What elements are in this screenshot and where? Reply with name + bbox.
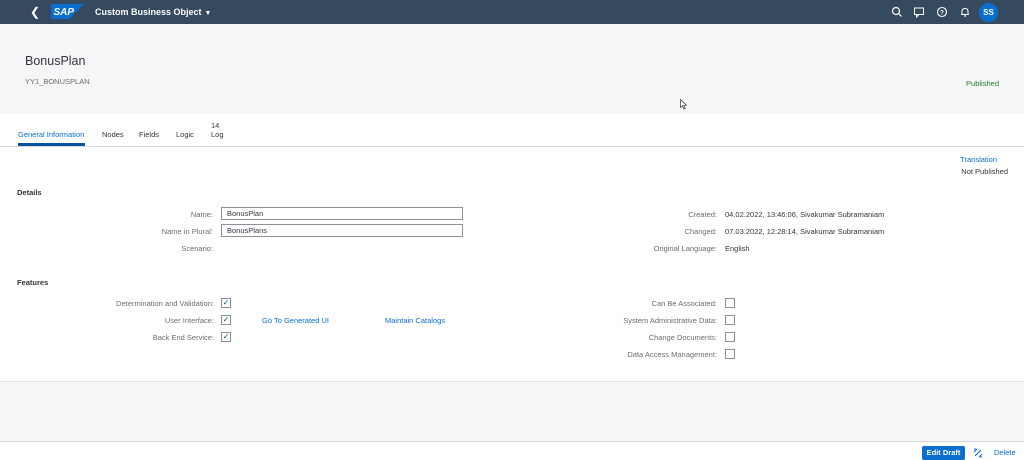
changed-value: 07.03.2022, 12:28:14, Sivakumar Subraman… xyxy=(725,227,885,236)
svg-text:?: ? xyxy=(940,9,944,16)
tab-selection-indicator xyxy=(18,143,85,146)
name-label: Name: xyxy=(190,210,213,219)
user-avatar[interactable]: SS xyxy=(979,3,998,22)
tab-log[interactable]: Log xyxy=(211,130,224,139)
back-icon[interactable]: ❮ xyxy=(30,5,42,19)
features-heading: Features xyxy=(17,278,49,287)
footer-toolbar: Edit Draft Delete xyxy=(0,441,1024,460)
user-interface-checkbox[interactable]: ✓ xyxy=(221,315,231,325)
tab-log-count: 14 xyxy=(211,121,220,130)
data-access-management-checkbox[interactable] xyxy=(725,349,735,359)
sap-logo: SAP xyxy=(51,4,84,19)
original-language-label: Original Language: xyxy=(653,244,717,253)
details-heading: Details xyxy=(17,188,42,197)
change-documents-label: Change Documents: xyxy=(648,333,717,342)
back-end-service-label: Back End Service: xyxy=(152,333,214,342)
determination-validation-checkbox[interactable]: ✓ xyxy=(221,298,231,308)
app-title: Custom Business Object xyxy=(95,7,202,17)
shell-bar: ❮ SAP Custom Business Object ▼ ? SS xyxy=(0,0,1024,24)
change-documents-checkbox[interactable] xyxy=(725,332,735,342)
tab-fields[interactable]: Fields xyxy=(139,130,159,139)
go-to-generated-ui-link[interactable]: Go To Generated UI xyxy=(262,316,329,325)
where-used-icon[interactable] xyxy=(972,447,984,459)
tab-nodes[interactable]: Nodes xyxy=(102,130,124,139)
created-value: 04.02.2022, 13:46:06, Sivakumar Subraman… xyxy=(725,210,885,219)
can-be-associated-checkbox[interactable] xyxy=(725,298,735,308)
general-information-panel: Translation Not Published Details Name: … xyxy=(0,147,1024,382)
name-field[interactable] xyxy=(221,207,463,220)
search-icon[interactable] xyxy=(890,5,904,19)
original-language-value: English xyxy=(725,244,750,253)
back-end-service-checkbox[interactable]: ✓ xyxy=(221,332,231,342)
can-be-associated-label: Can Be Associated: xyxy=(651,299,717,308)
feedback-icon[interactable] xyxy=(912,5,926,19)
created-label: Created: xyxy=(688,210,717,219)
plural-label: Name in Plural: xyxy=(161,227,213,236)
tab-bar: General Information Nodes Fields Logic 1… xyxy=(0,114,1024,147)
mouse-pointer-icon xyxy=(680,99,688,110)
edit-draft-button[interactable]: Edit Draft xyxy=(922,446,965,460)
svg-text:SAP: SAP xyxy=(54,7,75,18)
notification-bell-icon[interactable] xyxy=(958,5,972,19)
changed-label: Changed: xyxy=(684,227,717,236)
system-admin-data-label: System Administrative Data: xyxy=(623,316,717,325)
help-icon[interactable]: ? xyxy=(935,5,949,19)
scenario-label: Scenario: xyxy=(181,244,213,253)
object-title: BonusPlan xyxy=(25,54,86,68)
chevron-down-icon: ▼ xyxy=(204,10,212,17)
tab-general-information[interactable]: General Information xyxy=(18,130,84,139)
data-access-management-label: Data Access Management: xyxy=(627,350,717,359)
translation-status: Not Published xyxy=(961,167,1008,176)
plural-name-field[interactable] xyxy=(221,224,463,237)
status-badge: Published xyxy=(966,79,999,88)
maintain-catalogs-link[interactable]: Maintain Catalogs xyxy=(385,316,445,325)
app-title-menu[interactable]: Custom Business Object ▼ xyxy=(95,7,211,17)
translation-link[interactable]: Translation xyxy=(960,155,997,164)
determination-validation-label: Determination and Validation: xyxy=(116,299,214,308)
system-admin-data-checkbox[interactable] xyxy=(725,315,735,325)
object-header: BonusPlan YY1_BONUSPLAN Published xyxy=(0,24,1024,114)
delete-button[interactable]: Delete xyxy=(994,448,1016,457)
tab-logic[interactable]: Logic xyxy=(176,130,194,139)
object-id: YY1_BONUSPLAN xyxy=(25,77,90,86)
user-interface-label: User Interface: xyxy=(164,316,214,325)
